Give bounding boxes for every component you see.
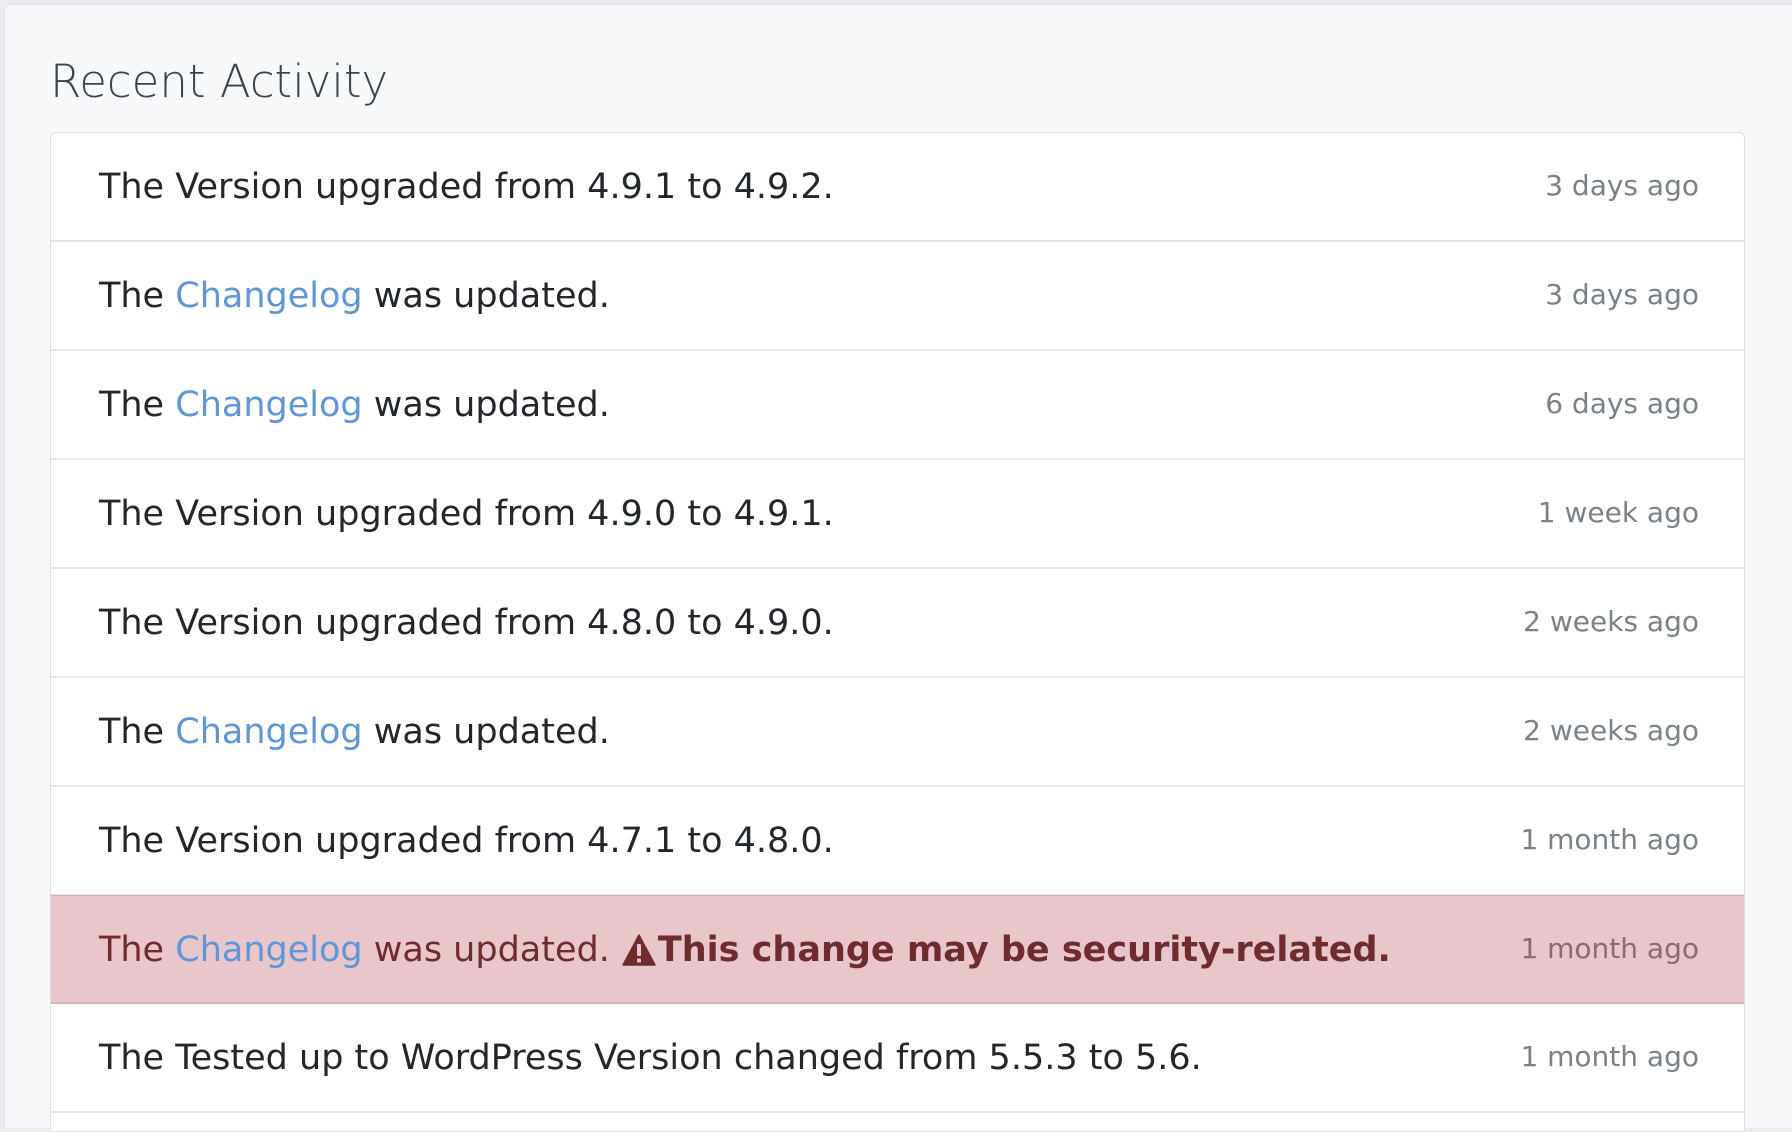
security-warning: This change may be security-related.: [622, 930, 1391, 970]
changelog-link[interactable]: Changelog: [175, 712, 362, 752]
activity-row: The Version upgraded from 4.9.0 to 4.9.1…: [51, 460, 1744, 569]
activity-row: The Version upgraded from 4.8.0 to 4.9.0…: [51, 569, 1744, 678]
activity-row: The Changelog was updated. 2 weeks ago: [51, 678, 1744, 787]
activity-message: The Changelog was updated. This change m…: [99, 896, 1391, 1003]
activity-time: 1 week ago: [1537, 496, 1699, 529]
message-suffix: was updated.: [373, 275, 610, 316]
message-prefix: The: [99, 711, 165, 752]
activity-list: The Version upgraded from 4.9.1 to 4.9.2…: [50, 132, 1745, 1132]
activity-row: The Version upgraded from 4.9.1 to 4.9.2…: [51, 133, 1744, 242]
activity-time: 3 days ago: [1545, 169, 1699, 202]
activity-row: The Version upgraded from 4.7.1 to 4.8.0…: [51, 787, 1744, 896]
activity-time: 1 month ago: [1520, 1040, 1699, 1073]
message-prefix: The: [99, 384, 165, 425]
warning-triangle-icon: [622, 933, 656, 966]
activity-message: The Changelog was updated.: [99, 678, 610, 785]
changelog-link[interactable]: Changelog: [175, 930, 362, 970]
message-suffix: was updated.: [373, 384, 610, 425]
activity-message: The Version upgraded from 4.8.0 to 4.9.0…: [99, 602, 834, 643]
activity-time: 1 month ago: [1520, 932, 1699, 965]
activity-message: The Changelog was updated.: [99, 242, 610, 349]
activity-time: 6 days ago: [1545, 387, 1699, 420]
message-suffix: was updated.: [373, 711, 610, 752]
activity-time: 2 weeks ago: [1523, 605, 1699, 638]
activity-time: 3 days ago: [1545, 278, 1699, 311]
activity-row: The Changelog was updated. 6 days ago: [51, 351, 1744, 460]
recent-activity-panel: Recent Activity The Version upgraded fro…: [4, 4, 1792, 1132]
activity-row: The Changelog was updated. 3 days ago: [51, 242, 1744, 351]
message-prefix: The: [99, 929, 165, 970]
activity-message: The Version upgraded from 4.9.0 to 4.9.1…: [99, 493, 834, 534]
message-prefix: The: [99, 275, 165, 316]
activity-time: 2 weeks ago: [1523, 714, 1699, 747]
activity-message: The Changelog was updated.: [99, 351, 610, 458]
activity-message: The Tested up to WordPress Version chang…: [99, 1037, 1202, 1078]
activity-message: The Version upgraded from 4.7.1 to 4.8.0…: [99, 820, 834, 861]
changelog-link[interactable]: Changelog: [175, 385, 362, 425]
message-suffix: was updated.: [373, 929, 610, 970]
activity-row-security-warning: The Changelog was updated. This change m…: [51, 895, 1744, 1004]
security-warning-text: This change may be security-related.: [657, 929, 1391, 970]
activity-message: The Version upgraded from 4.9.1 to 4.9.2…: [99, 166, 834, 207]
activity-time: 1 month ago: [1520, 823, 1699, 856]
activity-row: The Tested up to WordPress Version chang…: [51, 1004, 1744, 1113]
page-title: Recent Activity: [50, 55, 389, 108]
changelog-link[interactable]: Changelog: [175, 276, 362, 316]
